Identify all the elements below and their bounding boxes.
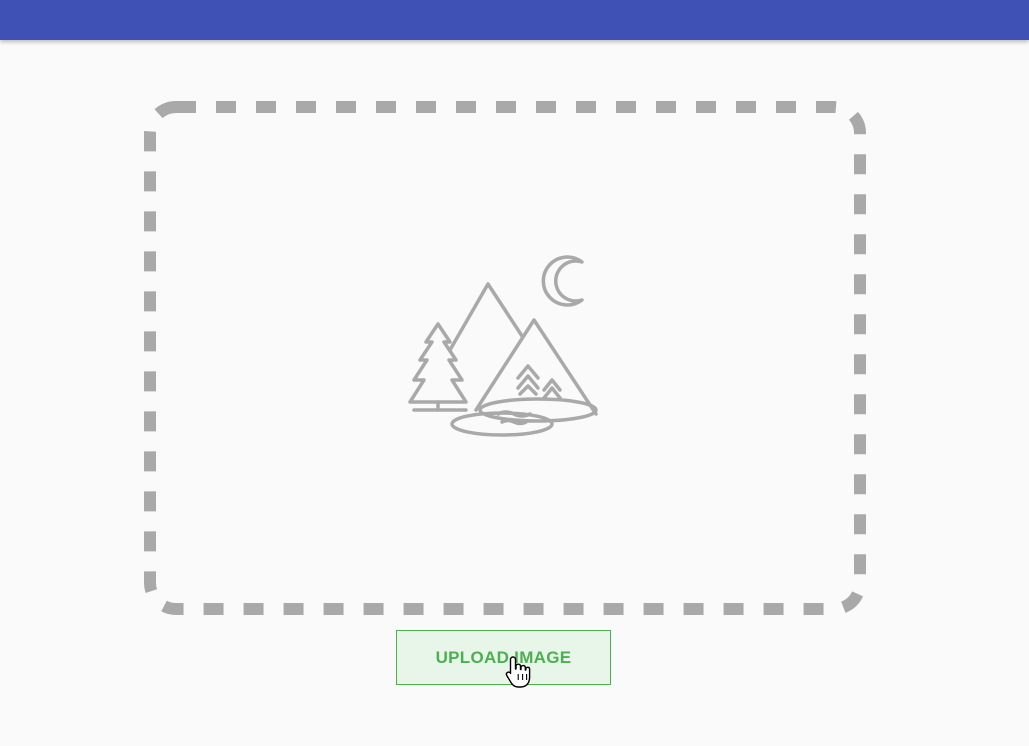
image-placeholder-icon bbox=[408, 255, 598, 437]
app-bar bbox=[0, 0, 1029, 40]
upload-image-button[interactable]: UPLOAD IMAGE bbox=[396, 630, 611, 685]
